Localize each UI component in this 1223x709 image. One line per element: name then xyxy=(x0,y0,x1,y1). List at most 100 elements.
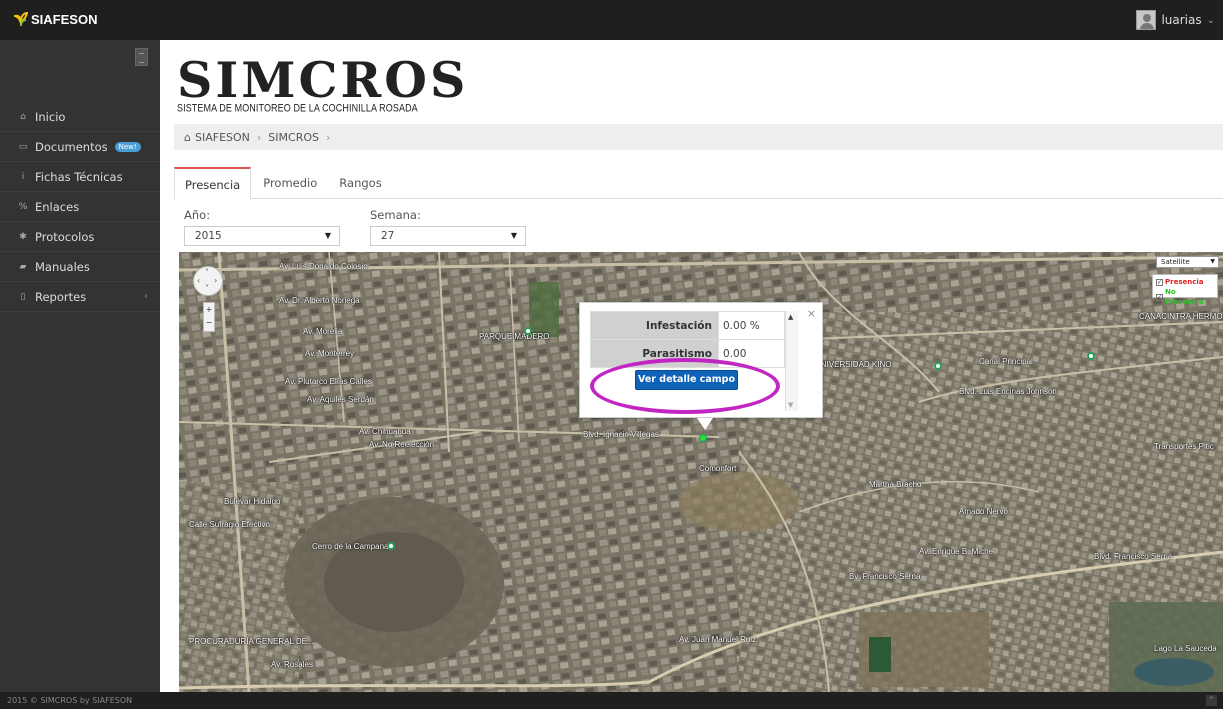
sidebar-item-label: Reportes xyxy=(35,289,87,304)
sidebar-item-enlaces[interactable]: % Enlaces xyxy=(0,192,160,222)
tab-promedio[interactable]: Promedio xyxy=(253,167,327,199)
chevron-left-icon: ‹ xyxy=(144,291,148,302)
map-label: Transportes Pitic xyxy=(1154,442,1214,451)
main-content: SIMCROS SISTEMA DE MONITOREO DE LA COCHI… xyxy=(160,40,1223,692)
checkbox-checked-icon[interactable]: ✓ xyxy=(1156,293,1163,301)
sidebar-item-label: Enlaces xyxy=(35,199,80,214)
user-menu[interactable]: luarias ⌄ xyxy=(1136,10,1215,30)
checkbox-checked-icon[interactable]: ✓ xyxy=(1156,278,1163,286)
pan-left-icon: ‹ xyxy=(197,276,201,285)
map-label: Av. No Reelección xyxy=(369,440,435,449)
map-label: Av. Enrique B. Michel xyxy=(919,547,995,556)
breadcrumb-item-simcros[interactable]: SIMCROS xyxy=(268,131,319,144)
footer: 2015 © SIMCROS by SIAFESON ^ xyxy=(0,692,1223,709)
link-icon: % xyxy=(18,201,28,212)
zoom-in-button[interactable]: + xyxy=(204,303,214,316)
map-legend: ✓ Presencia ✓ No Presencia xyxy=(1152,274,1218,306)
scroll-top-icon[interactable]: ^ xyxy=(1206,695,1217,706)
info-scrollbar[interactable]: ▲ ▼ xyxy=(785,311,798,411)
map-label: PROCURADURÍA GENERAL DE... xyxy=(189,637,314,646)
field-location-marker[interactable] xyxy=(699,434,707,442)
pan-right-icon: › xyxy=(214,276,218,285)
map-label: Blvd. Francisco Serna xyxy=(1094,552,1173,561)
top-navbar: SIAFESON luarias ⌄ xyxy=(0,0,1223,40)
map-poi-marker[interactable] xyxy=(934,362,942,370)
home-icon: ⌂ xyxy=(20,111,26,122)
map-label: Av. Dr. Alberto Noriega xyxy=(279,296,360,305)
week-label: Semana: xyxy=(370,208,421,222)
map-label: Av. Rosales xyxy=(271,660,313,669)
info-icon: i xyxy=(21,171,25,182)
map-label: PARQUE MADERO xyxy=(479,332,550,341)
folder-icon: ▭ xyxy=(18,141,28,152)
simcros-logo: SIMCROS SISTEMA DE MONITOREO DE LA COCHI… xyxy=(177,56,468,115)
sidebar: ⌂ Inicio ▭ Documentos New! i Fichas Técn… xyxy=(0,40,160,692)
info-label: Infestación xyxy=(590,311,719,340)
legend-label: Presencia xyxy=(1165,278,1204,286)
breadcrumb-separator: › xyxy=(325,130,331,144)
map-zoom-control[interactable]: + − xyxy=(203,302,215,332)
year-select[interactable]: 2015 ▼ xyxy=(184,226,340,246)
map-label: Blvd. Luis Encinas Johnson xyxy=(959,387,1057,396)
map-label: Av. Chihuahua xyxy=(359,427,411,436)
sidebar-item-manuales[interactable]: ▰ Manuales xyxy=(0,252,160,282)
leaf-logo-icon xyxy=(14,11,28,27)
scroll-up-icon[interactable]: ▲ xyxy=(788,313,793,321)
map-label: Av. Morelia xyxy=(303,327,343,336)
map-label: Av. Luis Donaldo Colosio xyxy=(279,262,368,271)
map-label: Cerro de la Campana xyxy=(312,542,389,551)
legend-label: No Presencia xyxy=(1165,288,1204,306)
tab-bar: Presencia Promedio Rangos xyxy=(174,167,1223,200)
year-label: Año: xyxy=(184,208,211,222)
file-icon: ▯ xyxy=(20,291,26,302)
sidebar-nav: ⌂ Inicio ▭ Documentos New! i Fichas Técn… xyxy=(0,102,160,312)
pan-up-icon: ˄ xyxy=(205,268,209,277)
map-poi-marker[interactable] xyxy=(524,327,532,335)
sidebar-toggle-button[interactable] xyxy=(135,48,148,66)
caret-down-icon: ▼ xyxy=(510,231,517,240)
map-label: Blvd. Ignacio Villegas xyxy=(583,430,659,439)
map-poi-marker[interactable] xyxy=(1087,352,1095,360)
year-value: 2015 xyxy=(195,230,222,242)
footer-text: 2015 © SIMCROS by SIAFESON xyxy=(7,696,133,705)
map-type-select[interactable]: Satellite ▼ xyxy=(1156,256,1219,268)
sidebar-item-label: Inicio xyxy=(35,109,66,124)
sidebar-item-protocolos[interactable]: ✱ Protocolos xyxy=(0,222,160,252)
week-select[interactable]: 27 ▼ xyxy=(370,226,526,246)
pan-down-icon: ˅ xyxy=(205,284,209,293)
legend-item-presencia[interactable]: ✓ Presencia xyxy=(1156,277,1214,287)
sidebar-item-inicio[interactable]: ⌂ Inicio xyxy=(0,102,160,132)
satellite-map[interactable]: Av. Luis Donaldo Colosio Av. Dr. Alberto… xyxy=(179,252,1223,692)
sidebar-item-documentos[interactable]: ▭ Documentos New! xyxy=(0,132,160,162)
breadcrumb-separator: › xyxy=(256,130,262,144)
brand-logo-link[interactable]: SIAFESON xyxy=(14,11,97,27)
week-value: 27 xyxy=(381,230,395,242)
map-label: Lago La Sauceda xyxy=(1154,644,1217,653)
sidebar-item-reportes[interactable]: ▯ Reportes ‹ xyxy=(0,282,160,312)
map-label: Av. Plutarco Elías Calles xyxy=(285,377,372,386)
info-value: 0.00 % xyxy=(718,311,785,340)
chevron-down-icon: ⌄ xyxy=(1206,14,1215,26)
new-badge: New! xyxy=(114,141,141,152)
map-poi-marker[interactable] xyxy=(387,542,395,550)
map-label: UNIVERSIDAD KINO xyxy=(815,360,892,369)
zoom-out-button[interactable]: − xyxy=(204,316,214,329)
map-label: Amado Nervo xyxy=(959,507,1008,516)
book-icon: ▰ xyxy=(19,261,27,272)
map-pan-control[interactable]: ˄ ˅ ‹ › xyxy=(193,266,223,296)
sidebar-item-label: Manuales xyxy=(35,259,90,274)
tab-presencia[interactable]: Presencia xyxy=(174,167,252,200)
breadcrumb: ⌂ SIAFESON › SIMCROS › xyxy=(174,124,1223,150)
sidebar-item-label: Fichas Técnicas xyxy=(35,169,123,184)
highlight-annotation xyxy=(590,358,780,414)
info-window-pointer xyxy=(697,418,713,430)
map-label: Comonfort xyxy=(699,464,737,473)
map-label: CANACINTRA HERMOSILLO xyxy=(1139,312,1223,321)
sidebar-item-fichas-tecnicas[interactable]: i Fichas Técnicas xyxy=(0,162,160,192)
gear-icon: ✱ xyxy=(19,231,27,242)
breadcrumb-item-siafeson[interactable]: SIAFESON xyxy=(195,131,250,144)
scroll-down-icon[interactable]: ▼ xyxy=(788,401,793,409)
tab-rangos[interactable]: Rangos xyxy=(329,167,391,199)
close-icon[interactable]: × xyxy=(807,307,816,320)
legend-item-no-presencia[interactable]: ✓ No Presencia xyxy=(1156,287,1214,307)
